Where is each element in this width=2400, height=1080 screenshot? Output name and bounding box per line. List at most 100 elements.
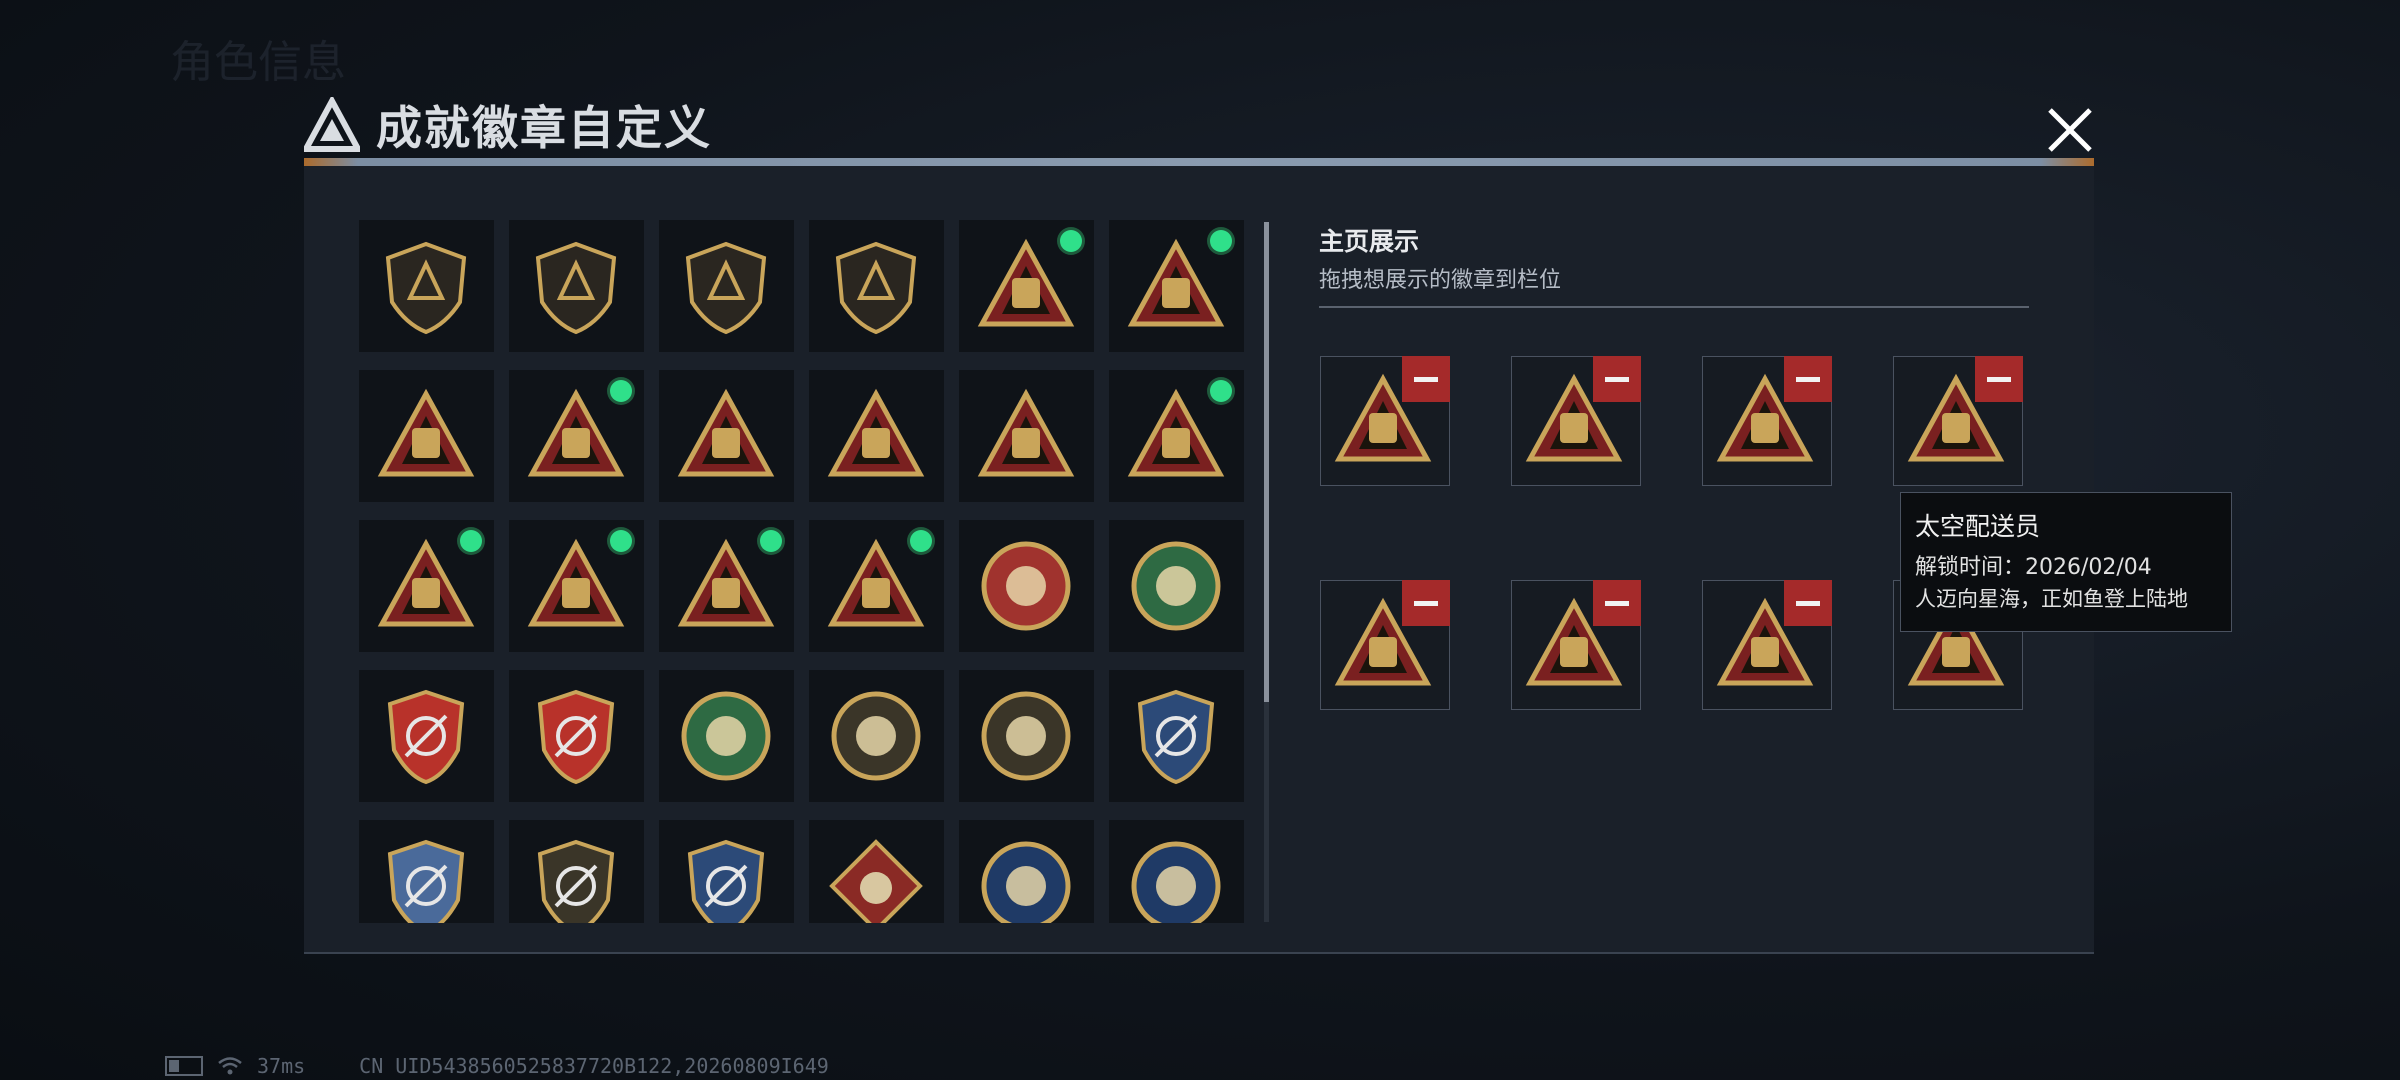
uid-text: CN UID5438560525837720B122,20260809I649	[359, 1054, 829, 1078]
badge-cell[interactable]	[659, 220, 794, 352]
badge-cell[interactable]	[659, 820, 794, 923]
remove-badge-button[interactable]	[1593, 580, 1641, 626]
new-indicator-dot	[1060, 230, 1082, 252]
badge-S8-icon	[527, 388, 625, 477]
showcase-slot[interactable]	[1511, 580, 1641, 710]
showcase-slot[interactable]	[1893, 356, 2023, 486]
new-indicator-dot	[1210, 380, 1232, 402]
dialog-title: 成就徽章自定义	[376, 101, 712, 155]
battery-icon	[165, 1056, 203, 1076]
showcase-subtitle: 拖拽想展示的徽章到栏位	[1319, 268, 1562, 293]
new-indicator-dot	[610, 380, 632, 402]
tooltip-description: 人迈向星海，正如鱼登上陆地	[1915, 587, 2188, 611]
badge-star-icon	[981, 541, 1071, 631]
new-indicator-dot	[910, 530, 932, 552]
badge-cell[interactable]	[959, 370, 1094, 502]
badge-cell[interactable]	[1109, 220, 1244, 352]
badge-cell[interactable]	[659, 670, 794, 802]
badge-blue-red-icon	[387, 689, 465, 785]
remove-badge-button[interactable]	[1402, 580, 1450, 626]
showcase-title: 主页展示	[1319, 227, 1420, 256]
badge-cell[interactable]	[959, 820, 1094, 923]
badge-cell[interactable]	[1109, 370, 1244, 502]
badge-wolf-icon	[829, 839, 923, 923]
logo-icon	[304, 97, 360, 152]
badge-eagle2-icon	[1131, 841, 1221, 923]
badge-S6-icon	[1127, 238, 1225, 327]
badge-cell[interactable]	[659, 520, 794, 652]
badge-diamond-icon	[685, 241, 767, 335]
badge-cell[interactable]	[809, 670, 944, 802]
showcase-divider	[1319, 306, 2029, 308]
showcase-slot[interactable]	[1320, 356, 1450, 486]
badge-cell[interactable]	[659, 370, 794, 502]
badge-eagle-icon	[981, 841, 1071, 923]
badge-green-shield-icon	[1131, 541, 1221, 631]
badge-gem-icon	[377, 538, 475, 627]
badge-cell[interactable]	[359, 370, 494, 502]
showcase-slot[interactable]	[1511, 356, 1641, 486]
badge-heli-icon	[535, 241, 617, 335]
badge-cell[interactable]	[359, 820, 494, 923]
scrollbar-thumb[interactable]	[1264, 222, 1269, 702]
badge-scope-gold-icon	[687, 839, 765, 923]
wifi-icon	[218, 1057, 242, 1075]
remove-badge-button[interactable]	[1593, 356, 1641, 402]
badge-cell[interactable]	[959, 670, 1094, 802]
dialog-header: 成就徽章自定义	[304, 92, 712, 158]
badge-scope-brown-icon	[537, 839, 615, 923]
badge-cell[interactable]	[809, 370, 944, 502]
showcase-slot[interactable]	[1702, 356, 1832, 486]
showcase-slot[interactable]	[1702, 580, 1832, 710]
badge-cell[interactable]	[959, 520, 1094, 652]
badge-eye-icon	[831, 691, 921, 781]
new-indicator-dot	[760, 530, 782, 552]
badge-blue-scope-icon	[1137, 689, 1215, 785]
remove-badge-button[interactable]	[1784, 356, 1832, 402]
badge-cell[interactable]	[509, 220, 644, 352]
badge-tank-icon	[827, 538, 925, 627]
ping-value: 37ms	[257, 1054, 306, 1078]
badge-tooltip: 太空配送员 解锁时间：2026/02/04 人迈向星海，正如鱼登上陆地	[1900, 492, 2232, 632]
title-divider	[304, 158, 2094, 166]
badge-logo-icon	[385, 241, 467, 335]
badge-cell[interactable]	[959, 220, 1094, 352]
new-indicator-dot	[610, 530, 632, 552]
close-icon[interactable]	[2040, 100, 2100, 160]
badge-cell[interactable]	[359, 220, 494, 352]
badge-dagger-icon	[835, 241, 917, 335]
badge-panel: 主页展示 拖拽想展示的徽章到栏位	[304, 166, 2094, 954]
new-indicator-dot	[460, 530, 482, 552]
showcase-slot[interactable]	[1320, 580, 1450, 710]
badge-S7-icon	[377, 388, 475, 477]
badge-bird-icon	[827, 388, 925, 477]
badge-S5-icon	[977, 238, 1075, 327]
status-bar: 37ms CN UID5438560525837720B122,20260809…	[165, 1054, 829, 1078]
badge-cell[interactable]	[1109, 520, 1244, 652]
badge-cell[interactable]	[509, 820, 644, 923]
badge-cell[interactable]	[809, 220, 944, 352]
badge-rocket-icon	[677, 538, 775, 627]
remove-badge-button[interactable]	[1402, 356, 1450, 402]
badge-cell[interactable]	[509, 370, 644, 502]
remove-badge-button[interactable]	[1784, 580, 1832, 626]
badge-red-icon	[537, 689, 615, 785]
badge-bear-icon	[981, 691, 1071, 781]
badge-scope-white-icon	[387, 839, 465, 923]
badge-crowd-icon	[527, 538, 625, 627]
badge-cell[interactable]	[359, 520, 494, 652]
badge-cell[interactable]	[809, 520, 944, 652]
background-back-label: 角色信息	[170, 37, 346, 88]
badge-cell[interactable]	[509, 670, 644, 802]
badge-cell[interactable]	[1109, 670, 1244, 802]
new-indicator-dot	[1210, 230, 1232, 252]
remove-badge-button[interactable]	[1975, 356, 2023, 402]
tooltip-unlock-time: 解锁时间：2026/02/04	[1915, 555, 2152, 580]
badge-cell[interactable]	[359, 670, 494, 802]
badge-cell[interactable]	[809, 820, 944, 923]
tooltip-name: 太空配送员	[1915, 512, 2041, 541]
badge-grid[interactable]	[359, 220, 1574, 923]
badge-1-icon	[977, 388, 1075, 477]
badge-cell[interactable]	[509, 520, 644, 652]
badge-cell[interactable]	[1109, 820, 1244, 923]
